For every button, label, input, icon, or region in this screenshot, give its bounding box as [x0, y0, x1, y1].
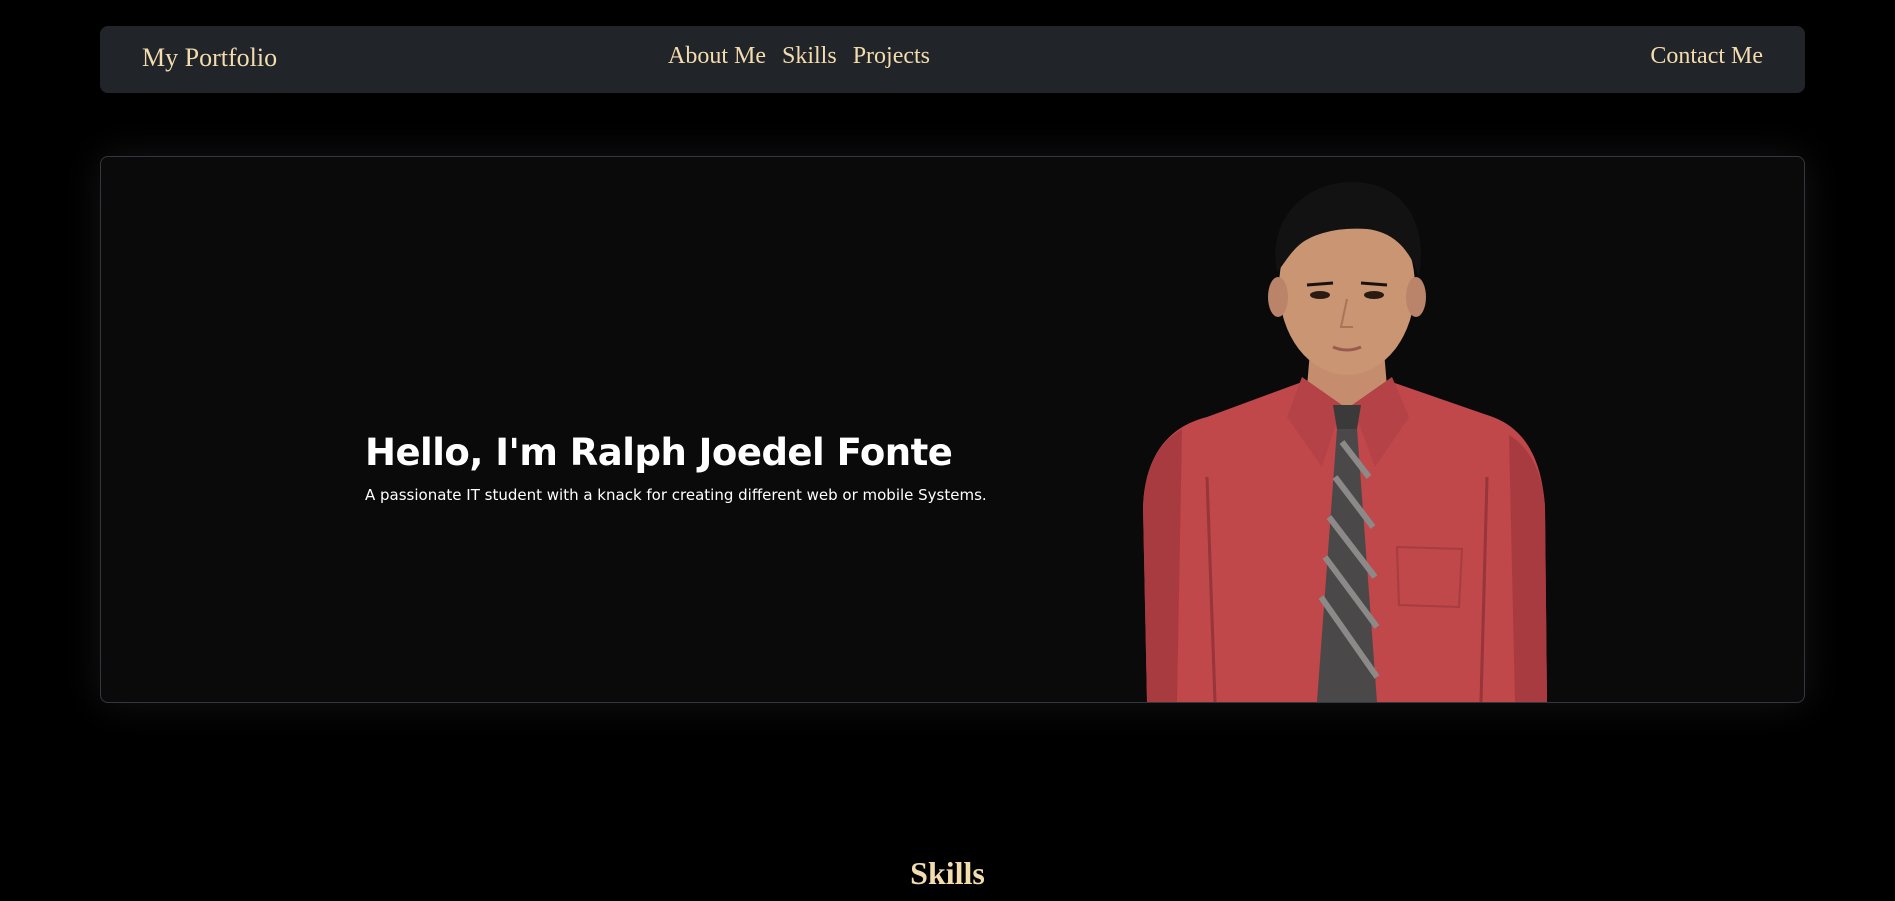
profile-photo [1143, 182, 1547, 702]
navbar: My Portfolio About Me Skills Projects Co… [100, 26, 1805, 93]
nav-link-about-me[interactable]: About Me [668, 43, 766, 70]
hero-subheading: A passionate IT student with a knack for… [365, 486, 987, 504]
skills-section-title: Skills [910, 855, 985, 891]
nav-link-skills[interactable]: Skills [782, 43, 837, 70]
hero-heading: Hello, I'm Ralph Joedel Fonte [365, 431, 953, 474]
nav-link-projects[interactable]: Projects [853, 43, 930, 70]
nav-link-contact-me[interactable]: Contact Me [1650, 43, 1763, 70]
hero-section: Hello, I'm Ralph Joedel Fonte A passiona… [100, 156, 1805, 703]
hero-text: Hello, I'm Ralph Joedel Fonte A passiona… [365, 431, 1065, 504]
brand-link[interactable]: My Portfolio [142, 43, 277, 73]
nav-links: About Me Skills Projects [668, 43, 930, 70]
